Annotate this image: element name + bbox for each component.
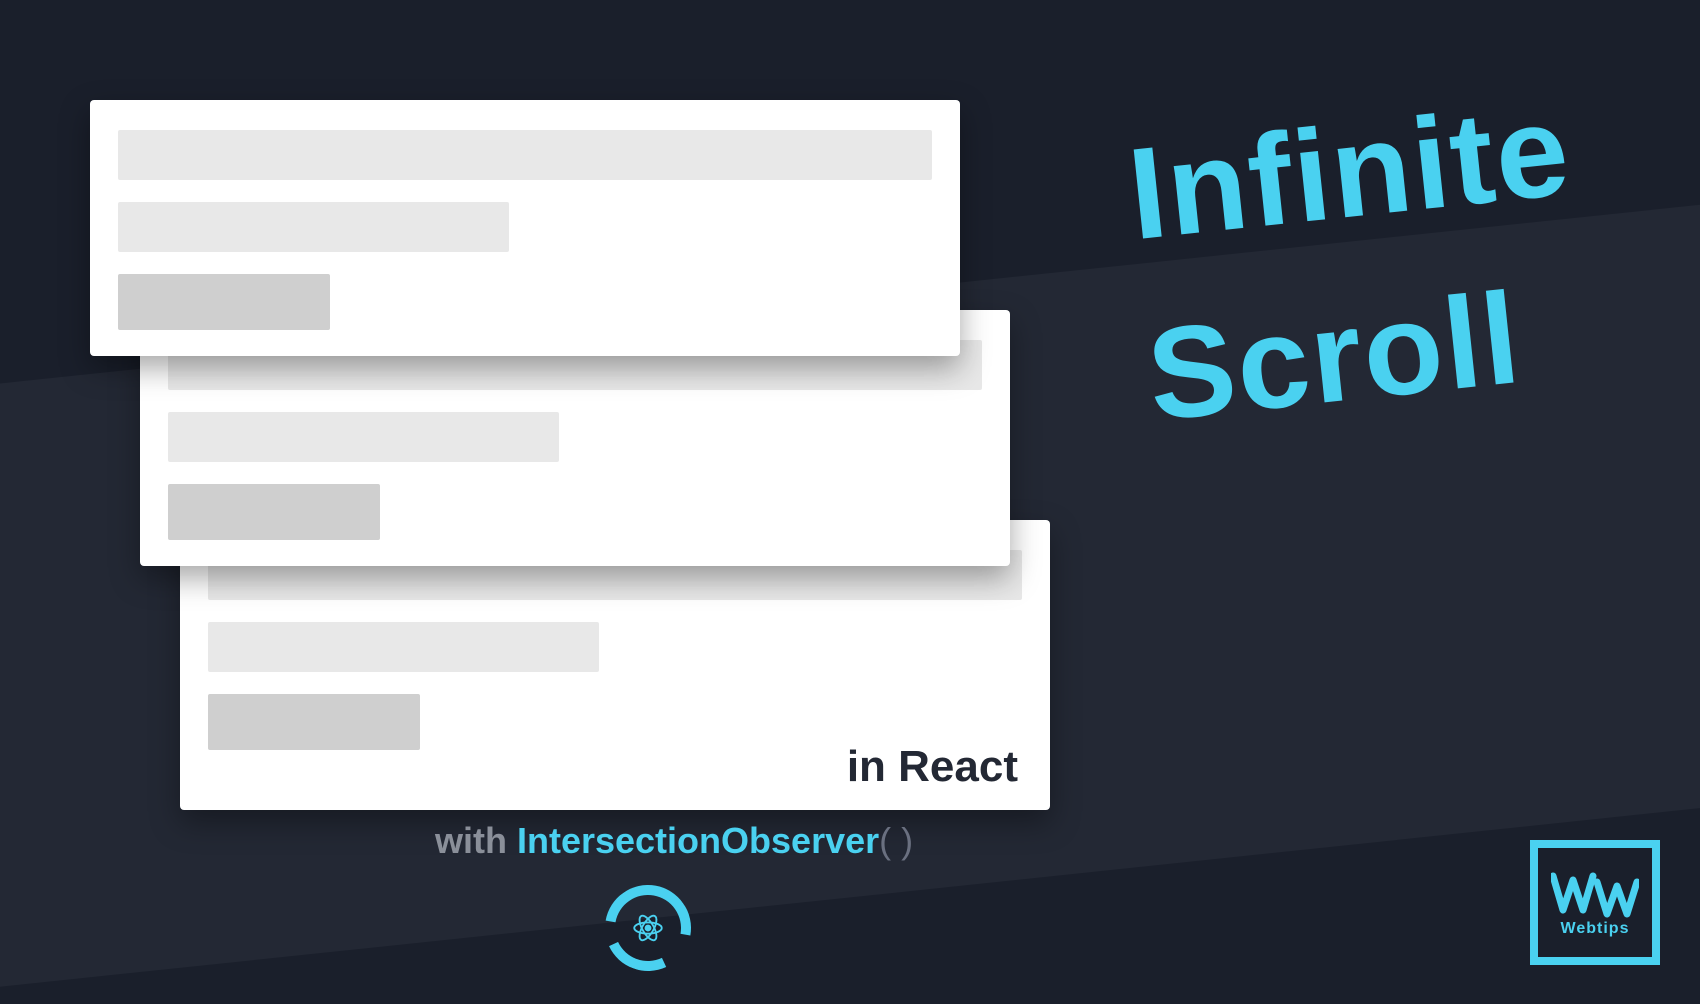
subtitle-parens: ( ) (879, 820, 913, 861)
subtitle-prefix: with (435, 820, 517, 861)
skeleton-card (90, 100, 960, 356)
skeleton-line (118, 202, 509, 252)
webtips-logo: Webtips (1530, 840, 1660, 965)
skeleton-line (168, 412, 559, 462)
subtitle: with IntersectionObserver( ) (435, 820, 913, 862)
webtips-ww-icon (1551, 868, 1639, 918)
react-icon (633, 913, 663, 943)
skeleton-line (118, 130, 932, 180)
skeleton-line (168, 484, 380, 540)
headline: Infinite Scroll (1120, 58, 1598, 466)
skeleton-line (208, 694, 420, 750)
skeleton-line (208, 622, 599, 672)
loading-spinner (605, 885, 695, 975)
webtips-label: Webtips (1561, 920, 1630, 938)
in-react-label: in React (847, 742, 1018, 792)
skeleton-line (118, 274, 330, 330)
subtitle-api: IntersectionObserver (517, 820, 879, 861)
